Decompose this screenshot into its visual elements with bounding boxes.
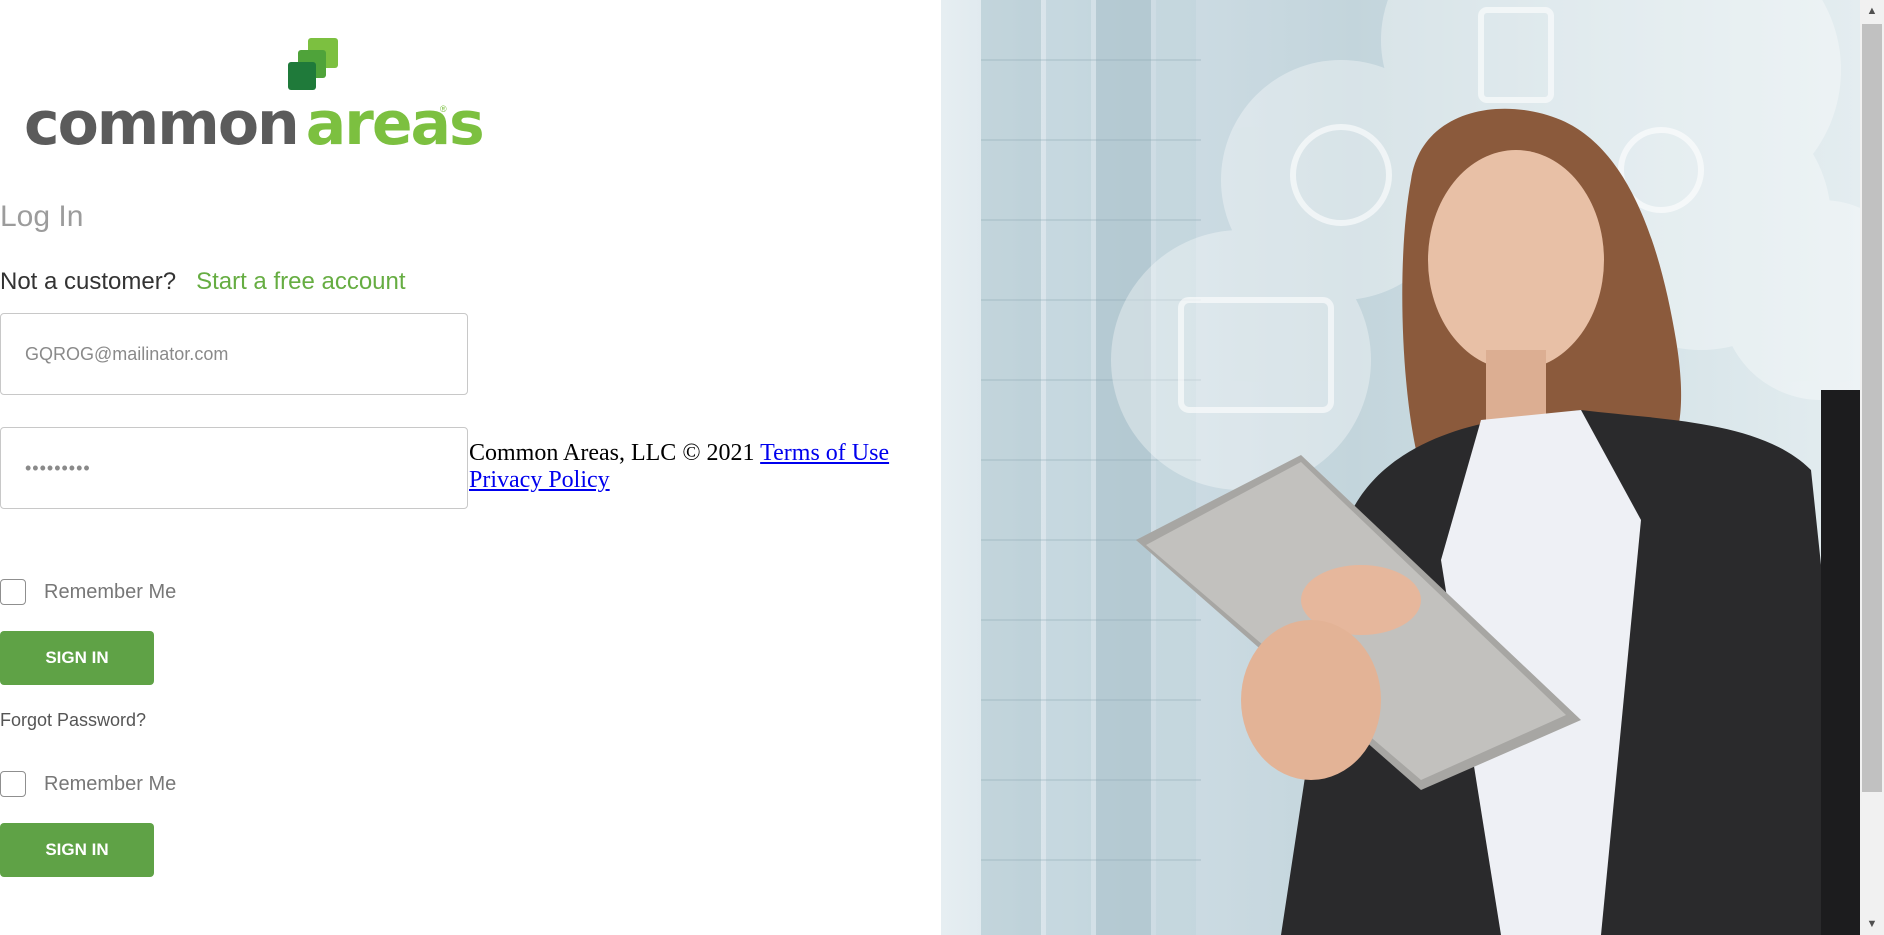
forgot-password-link[interactable]: Forgot Password? [0,710,146,731]
password-field[interactable] [0,427,468,509]
terms-of-use-link[interactable]: Terms of Use [760,440,889,466]
sign-in-button-secondary[interactable]: SIGN IN [0,823,154,877]
logo-squares-icon [288,38,338,90]
not-customer-text: Not a customer? [0,268,177,295]
logo-word-common: common [24,89,300,159]
scroll-down-arrow-icon[interactable]: ▼ [1860,913,1884,935]
signup-row: Not a customer? Start a free account [0,268,406,296]
email-field[interactable] [0,313,468,395]
hero-image [941,0,1860,935]
copyright-text: Common Areas, LLC © 2021 [469,440,755,466]
login-panel: common areas ® Log In Not a customer? Star… [0,0,941,935]
remember-me-row: Remember Me [0,578,176,606]
logo-trademark: ® [440,104,447,114]
hero-illustration [981,0,1860,935]
scroll-thumb[interactable] [1862,24,1882,792]
remember-me-label: Remember Me [44,580,177,603]
logo-word-areas: areas [305,89,485,159]
page-title: Log In [0,200,84,233]
vertical-scrollbar[interactable]: ▲ ▼ [1860,0,1884,935]
remember-me-row-secondary: Remember Me [0,770,176,798]
privacy-policy-link[interactable]: Privacy Policy [469,467,610,493]
remember-me-checkbox[interactable] [0,579,26,605]
footer: Common Areas, LLC © 2021 Terms of Use Pr… [469,440,909,494]
sign-in-button[interactable]: SIGN IN [0,631,154,685]
logo-wordmark: common areas [24,88,485,160]
remember-me-checkbox-secondary[interactable] [0,771,26,797]
start-free-account-link[interactable]: Start a free account [196,268,405,295]
remember-me-label-secondary: Remember Me [44,772,177,795]
scroll-up-arrow-icon[interactable]: ▲ [1860,0,1884,22]
